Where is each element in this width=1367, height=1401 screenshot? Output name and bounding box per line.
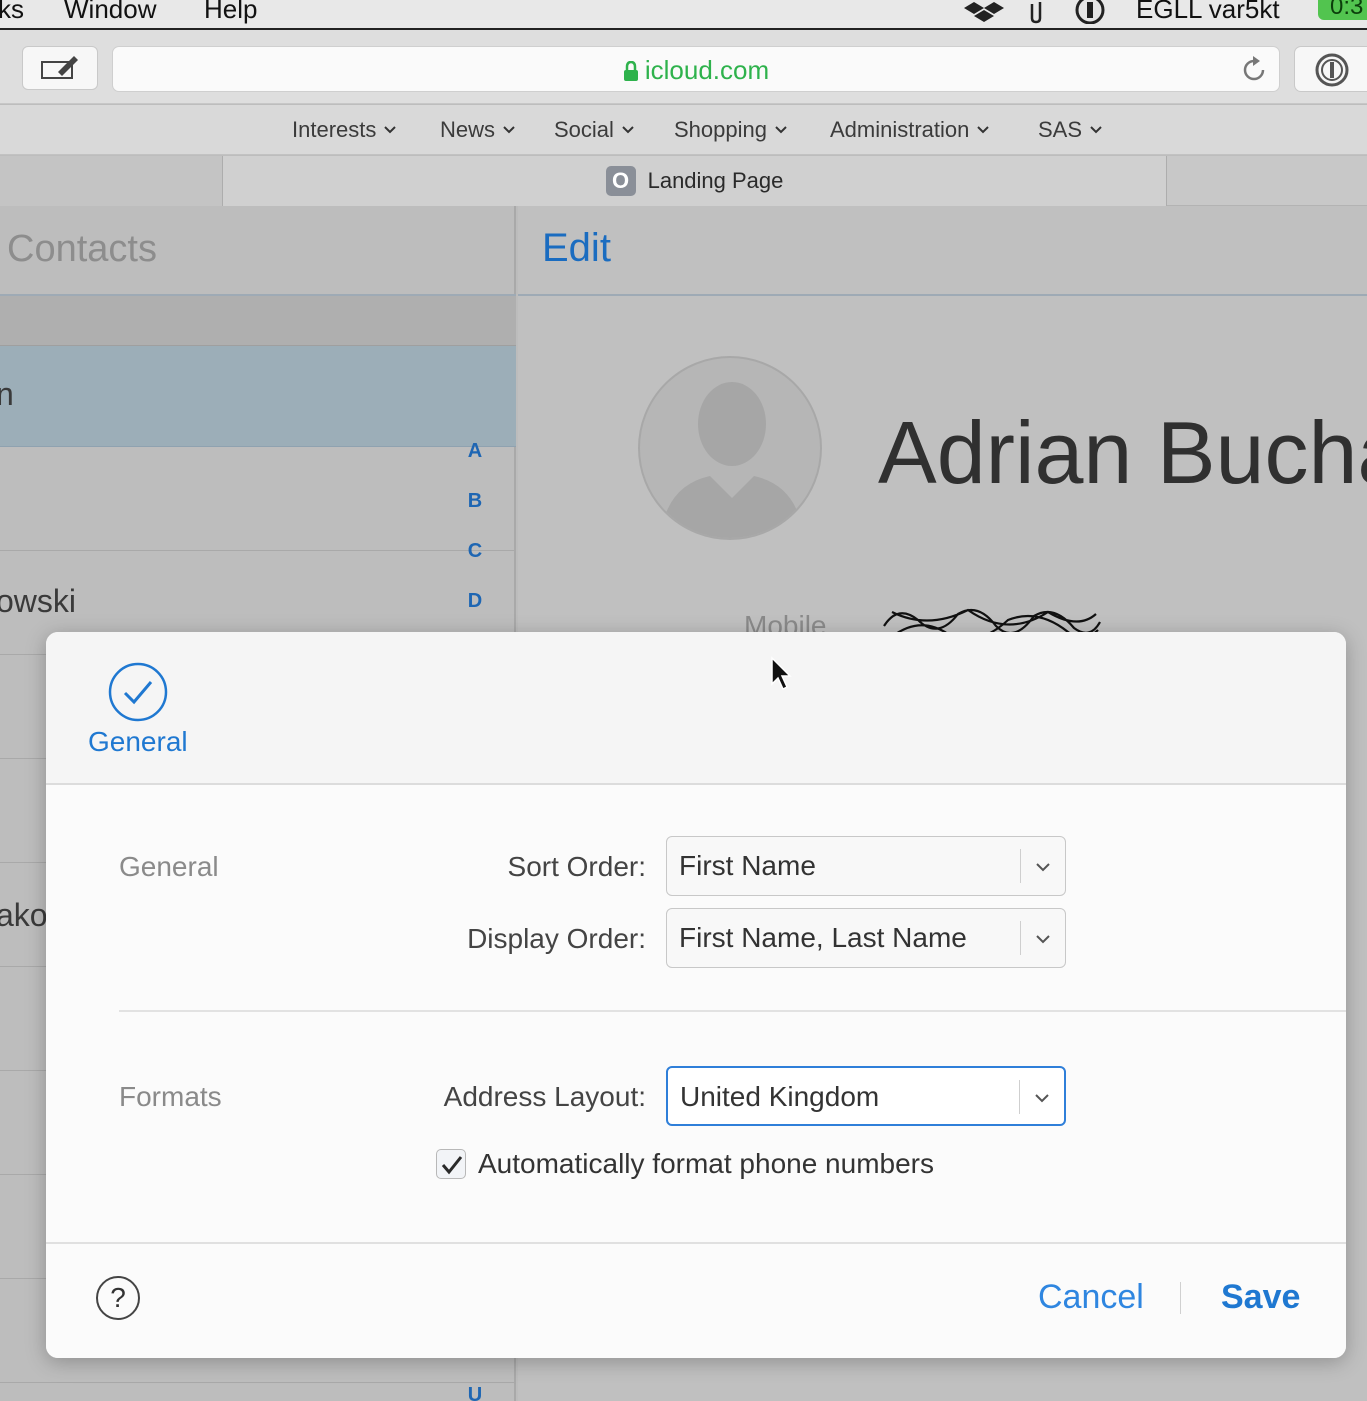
contact-row-name: ako — [0, 897, 48, 933]
address-layout-value: United Kingdom — [680, 1081, 880, 1112]
url-text: icloud.com — [644, 55, 770, 85]
favorite-shopping[interactable]: Shopping — [674, 117, 787, 143]
1password-icon[interactable] — [1072, 0, 1108, 24]
clock-badge[interactable]: 0:3 — [1318, 0, 1367, 20]
reload-icon[interactable] — [1239, 55, 1269, 85]
contact-name: Adrian Bucha — [878, 403, 1367, 502]
favorite-administration[interactable]: Administration — [830, 117, 990, 143]
sort-order-value: First Name — [679, 850, 816, 881]
favorite-sas[interactable]: SAS — [1038, 117, 1102, 143]
favorite-label: SAS — [1038, 117, 1083, 142]
tab-landing-page[interactable]: O Landing Page — [223, 156, 1167, 206]
contact-row-name: n — [0, 376, 14, 412]
favorites-bar: Interests News Social Shopping Administr… — [0, 105, 1367, 155]
menu-bar: ks Window Help EGLL var5kt 0:3 — [0, 0, 1367, 30]
paperclip-icon[interactable] — [1026, 0, 1046, 24]
tab-general[interactable]: General — [88, 726, 188, 758]
list-header: l Contacts — [0, 206, 516, 296]
sort-order-label: Sort Order: — [507, 851, 646, 882]
preferences-dialog: General General Sort Order: First Name D… — [46, 632, 1346, 1358]
chevron-down-icon — [1036, 863, 1050, 872]
select-separator — [1020, 921, 1021, 955]
favorite-interests[interactable]: Interests — [292, 117, 397, 143]
favorite-social[interactable]: Social — [554, 117, 634, 143]
chevron-down-icon — [1090, 126, 1102, 134]
az-index-a[interactable]: A — [462, 440, 488, 463]
save-button[interactable]: Save — [1221, 1278, 1300, 1317]
chevron-down-icon — [503, 126, 515, 134]
tab-bar: O Landing Page — [0, 156, 1367, 206]
select-separator — [1019, 1080, 1020, 1114]
favorite-label: Administration — [830, 117, 970, 142]
tab-title: Landing Page — [647, 168, 784, 193]
general-section-heading: General — [119, 851, 219, 882]
checkmark-icon — [441, 1156, 463, 1175]
list-title: l Contacts — [0, 228, 157, 270]
contact-row[interactable] — [0, 447, 516, 551]
chevron-down-icon — [1035, 1094, 1049, 1103]
auto-format-checkbox[interactable] — [436, 1149, 466, 1179]
mouse-pointer-icon — [771, 656, 792, 691]
menu-item-bookmarks[interactable]: ks — [0, 0, 24, 25]
az-index-u[interactable]: U — [462, 1384, 488, 1401]
favorite-label: Social — [554, 117, 614, 142]
auto-format-label[interactable]: Automatically format phone numbers — [478, 1148, 934, 1180]
url-display[interactable]: icloud.com — [113, 55, 1279, 86]
list-search-area[interactable] — [0, 296, 516, 346]
chevron-down-icon — [384, 126, 397, 134]
display-order-select[interactable]: First Name, Last Name — [666, 908, 1066, 968]
weather-status-text[interactable]: EGLL var5kt — [1136, 0, 1280, 25]
select-separator — [1020, 849, 1021, 883]
chevron-down-icon — [977, 126, 990, 134]
favorite-label: News — [440, 117, 496, 142]
preferences-tabbar: General — [46, 632, 1346, 785]
contact-row-name: owski — [0, 583, 77, 619]
formats-section-heading: Formats — [119, 1081, 222, 1112]
avatar[interactable] — [638, 356, 822, 540]
1password-button[interactable] — [1294, 46, 1367, 92]
tab-favicon: O — [605, 166, 636, 196]
az-index-d[interactable]: D — [462, 590, 488, 613]
dialog-footer: ? Cancel Save — [46, 1242, 1346, 1358]
menu-item-help[interactable]: Help — [204, 0, 257, 25]
browser-toolbar: icloud.com — [0, 30, 1367, 104]
button-separator — [1180, 1282, 1181, 1314]
chevron-down-icon — [1036, 935, 1050, 944]
favorite-label: Interests — [292, 117, 377, 142]
lock-icon — [623, 60, 638, 81]
favorite-label: Shopping — [674, 117, 767, 142]
tab-previous[interactable] — [0, 156, 223, 206]
display-order-label: Display Order: — [467, 923, 646, 954]
compose-button[interactable] — [22, 46, 98, 90]
help-button[interactable]: ? — [96, 1276, 140, 1320]
detail-header: Edit — [518, 206, 1367, 296]
contact-row[interactable]: n — [0, 346, 516, 447]
az-index-b[interactable]: B — [462, 490, 488, 513]
menu-item-window[interactable]: Window — [64, 0, 156, 25]
address-bar[interactable]: icloud.com — [112, 46, 1280, 92]
address-layout-label: Address Layout: — [443, 1081, 646, 1112]
compose-icon — [41, 56, 78, 79]
chevron-down-icon — [622, 126, 634, 134]
checkmark-circle-icon[interactable] — [108, 662, 168, 722]
favorite-news[interactable]: News — [440, 117, 515, 143]
dropbox-icon[interactable] — [964, 0, 1004, 24]
person-silhouette-icon — [660, 382, 804, 538]
chevron-down-icon — [775, 126, 787, 134]
section-divider — [119, 1010, 1346, 1012]
address-layout-select[interactable]: United Kingdom — [666, 1066, 1066, 1126]
display-order-value: First Name, Last Name — [679, 922, 967, 953]
1password-toolbar-icon — [1315, 53, 1349, 87]
sort-order-select[interactable]: First Name — [666, 836, 1066, 896]
edit-button[interactable]: Edit — [542, 226, 611, 271]
cancel-button[interactable]: Cancel — [1038, 1278, 1144, 1317]
az-index-c[interactable]: C — [462, 540, 488, 563]
